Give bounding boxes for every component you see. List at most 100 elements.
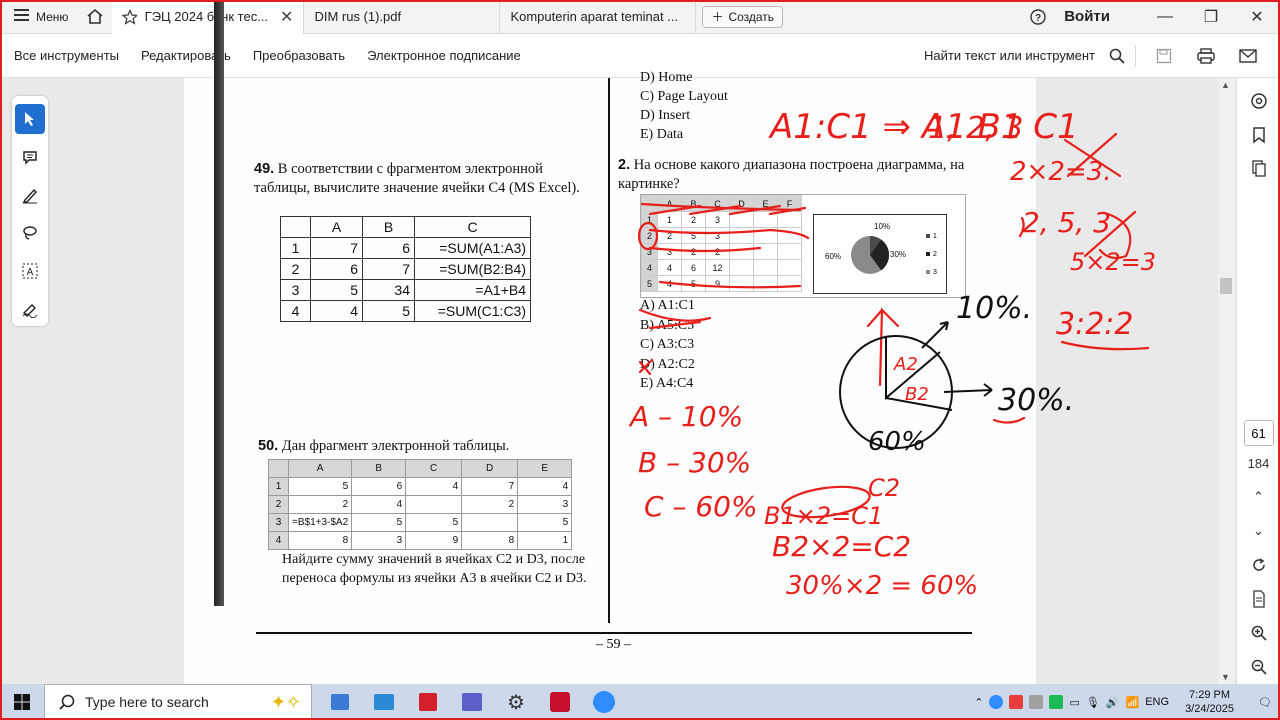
create-button[interactable]: ＋ Создать — [702, 5, 784, 28]
wifi-icon[interactable]: 📶 — [1126, 696, 1140, 709]
toolbar-edit[interactable]: Редактировать — [130, 48, 242, 63]
table-cell: 4 — [657, 259, 682, 276]
table-cell: 5 — [405, 513, 463, 532]
answer-option: B) A5:C5 — [640, 317, 695, 333]
scroll-thumb[interactable] — [1220, 278, 1232, 294]
table-header-row: A B C D E F — [641, 195, 802, 212]
taskbar-app-teams[interactable] — [450, 684, 494, 720]
table-cell: 2 — [657, 227, 682, 244]
table-cell: 3 — [705, 211, 730, 228]
search-icon — [59, 694, 75, 710]
table-header-cell: C — [405, 459, 463, 478]
table-row: 2253 — [641, 227, 802, 244]
battery-icon[interactable]: ▭ — [1069, 696, 1079, 709]
taskbar-app-files[interactable] — [318, 684, 362, 720]
bookmarks-button[interactable] — [1241, 118, 1277, 152]
table-row: 1 7 6 =SUM(A1:A3) — [280, 237, 531, 259]
restore-button[interactable]: ❐ — [1188, 0, 1234, 34]
table-row: 3322 — [641, 243, 802, 260]
table-cell: 2 — [641, 227, 658, 244]
taskbar-app-zoom[interactable] — [582, 684, 626, 720]
table-row: 4 8 3 9 8 1 — [268, 531, 573, 550]
toolbar-all-tools[interactable]: Все инструменты — [0, 48, 130, 63]
tray-app-icon[interactable] — [1029, 695, 1044, 709]
answer-option: E) Data — [640, 127, 684, 142]
table-row: 2 6 7 =SUM(B2:B4) — [280, 258, 531, 280]
table-cell: 8 — [287, 531, 353, 550]
save-button[interactable] — [1146, 41, 1182, 71]
question-50: 50. Дан фрагмент электронной таблицы. — [258, 438, 509, 455]
pages-button[interactable] — [1241, 152, 1277, 186]
page-footer-rule — [256, 632, 972, 634]
help-button[interactable]: ? — [1018, 8, 1058, 25]
start-button[interactable] — [0, 684, 44, 720]
page-number: – 59 – — [596, 637, 631, 652]
tab-active-document[interactable]: ГЭЦ 2024 банк тес... ✕ — [112, 0, 305, 34]
menu-button[interactable]: Меню — [0, 0, 78, 34]
login-button[interactable]: Войти — [1058, 8, 1142, 25]
table-header-cell: A — [310, 216, 363, 238]
toolbar-convert[interactable]: Преобразовать — [242, 48, 356, 63]
minimize-button[interactable]: — — [1142, 0, 1188, 34]
system-tray: ⌃ ▭ 🎙 🔊 📶 ENG 7:29 PM 3/24/2025 🗨 — [974, 684, 1280, 720]
close-tab-icon[interactable]: ✕ — [280, 7, 293, 27]
table-cell: 2 — [705, 243, 730, 260]
table-cell: 2 — [268, 495, 289, 514]
home-button[interactable] — [78, 0, 112, 34]
table-header-cell — [280, 216, 311, 238]
taskbar-search-input[interactable]: Type here to search ✦✧ — [44, 684, 312, 720]
microphone-icon[interactable]: 🎙 — [1086, 696, 1100, 709]
taskbar-clock[interactable]: 7:29 PM 3/24/2025 — [1175, 688, 1244, 716]
notifications-button[interactable]: 🗨 — [1250, 684, 1280, 720]
toolbar-e-sign[interactable]: Электронное подписание — [356, 48, 532, 63]
tray-chevron-icon[interactable]: ⌃ — [974, 696, 983, 709]
table-cell: =SUM(A1:A3) — [414, 237, 531, 259]
taskbar-app-settings[interactable]: ⚙ — [494, 684, 538, 720]
table-cell: 6 — [310, 258, 363, 280]
envelope-icon — [1239, 48, 1257, 63]
total-pages: 184 — [1247, 455, 1270, 471]
close-window-button[interactable]: ✕ — [1234, 0, 1280, 34]
taskbar-app-pdf[interactable] — [538, 684, 582, 720]
table-header-cell: D — [461, 459, 519, 478]
volume-icon[interactable]: 🔊 — [1106, 696, 1120, 709]
table-header-cell: F — [777, 195, 802, 212]
answer-option: D) Home — [640, 70, 693, 85]
windows-taskbar: Type here to search ✦✧ ⚙ ⌃ ▭ 🎙 🔊 📶 ENG 7… — [0, 684, 1280, 720]
table-cell: 2 — [681, 243, 706, 260]
ai-assistant-button[interactable] — [1241, 84, 1277, 118]
table-cell: =SUM(C1:C3) — [414, 300, 531, 322]
table-cell: 6 — [362, 237, 415, 259]
pie-label: 10% — [874, 222, 890, 231]
search-icon[interactable] — [1109, 48, 1125, 64]
print-button[interactable] — [1188, 41, 1224, 71]
bookmark-icon — [1252, 127, 1265, 144]
zoom-in-button[interactable] — [1241, 616, 1277, 650]
find-text-label[interactable]: Найти текст или инструмент — [924, 48, 1103, 63]
language-indicator[interactable]: ENG — [1145, 696, 1169, 708]
answer-option: A) A1:C1 — [640, 298, 695, 313]
tab-dim-rus[interactable]: DIM rus (1).pdf — [304, 0, 501, 34]
current-page-input[interactable]: 61 — [1243, 420, 1274, 446]
zoom-out-button[interactable] — [1241, 650, 1277, 684]
taskbar-app-control[interactable] — [362, 684, 406, 720]
table-cell: 7 — [362, 258, 415, 280]
tab-komputerin[interactable]: Komputerin aparat teminat ... — [500, 0, 697, 34]
create-label: Создать — [728, 9, 775, 24]
question-number: 2. — [618, 157, 631, 173]
table-row: 5459 — [641, 275, 802, 292]
taskbar-app-acrobat[interactable] — [406, 684, 450, 720]
scroll-up-icon[interactable]: ▲ — [1221, 80, 1230, 90]
tray-app-icon[interactable] — [1009, 695, 1024, 709]
email-button[interactable] — [1230, 41, 1266, 71]
tray-app-icon[interactable] — [1049, 695, 1064, 709]
star-icon[interactable] — [122, 8, 137, 25]
vertical-scrollbar[interactable]: ▲ ▼ — [1218, 78, 1234, 684]
previous-page-button[interactable]: ⌃ — [1241, 480, 1277, 514]
next-page-button[interactable]: ⌄ — [1241, 514, 1277, 548]
legend-entry: 1 — [933, 233, 937, 240]
scroll-down-icon[interactable]: ▼ — [1221, 672, 1230, 682]
page-info-button[interactable] — [1241, 582, 1277, 616]
tray-app-icon[interactable] — [989, 695, 1004, 709]
rotate-button[interactable] — [1241, 548, 1277, 582]
